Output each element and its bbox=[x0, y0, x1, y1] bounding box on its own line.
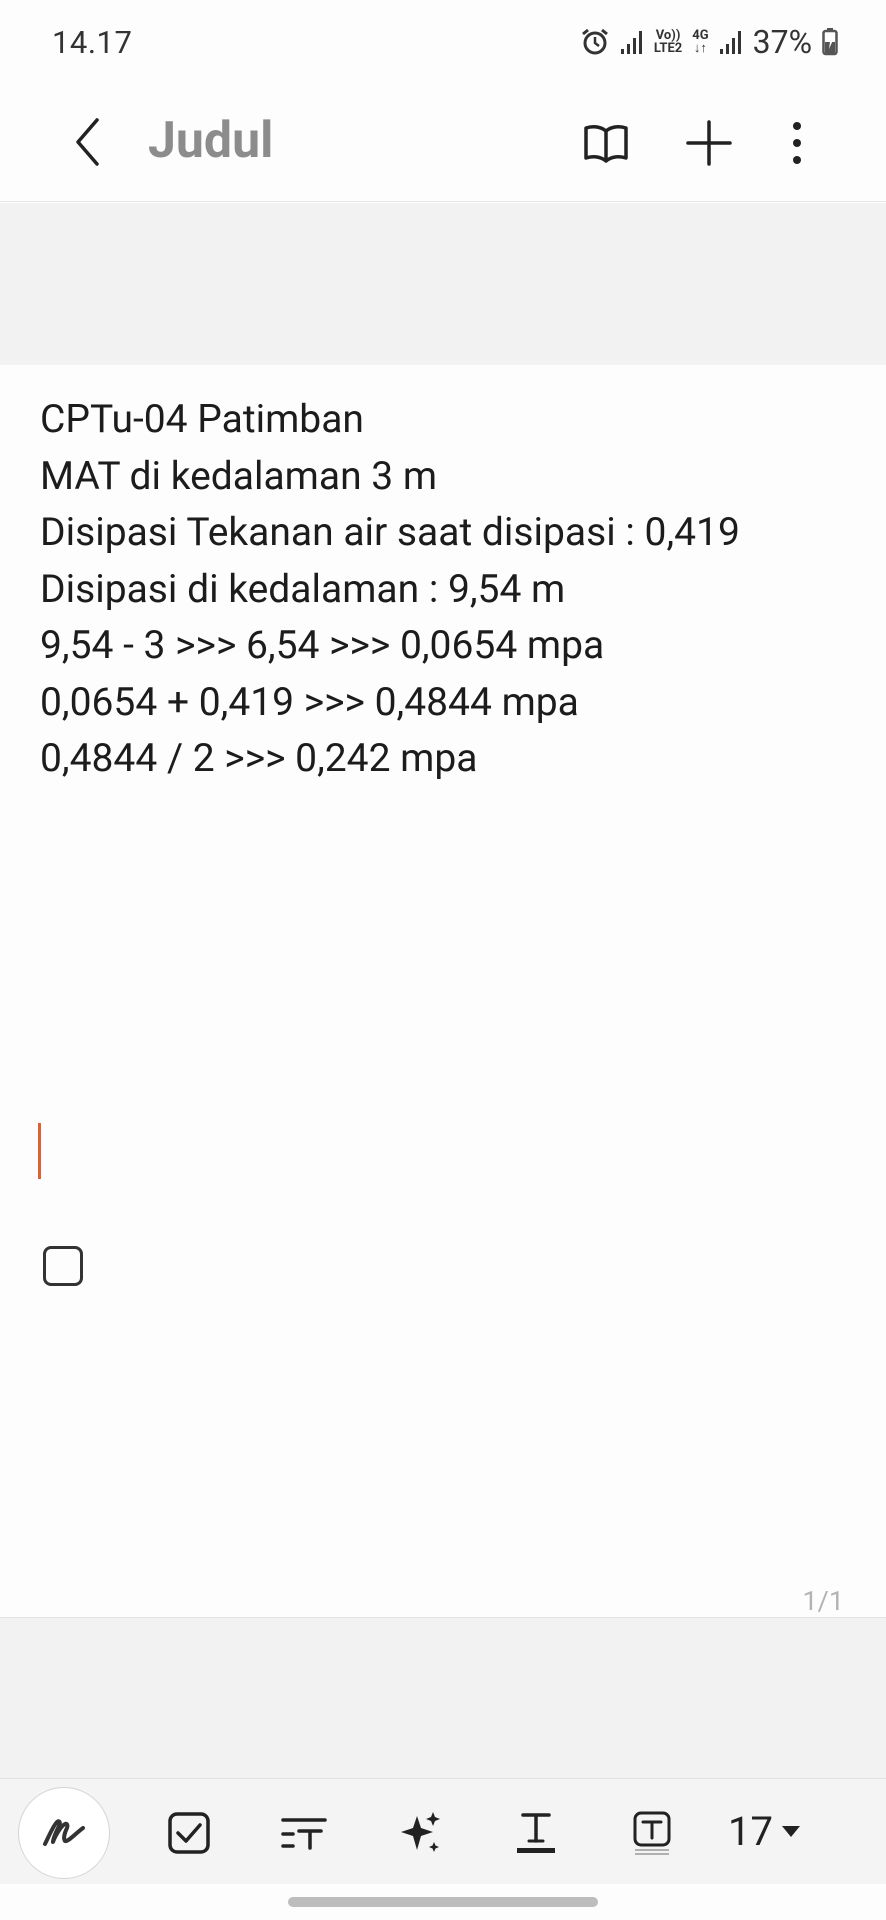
note-editor[interactable]: CPTu-04 Patimban MAT di kedalaman 3 m Di… bbox=[0, 365, 886, 1617]
text-style-icon bbox=[281, 1818, 327, 1850]
more-vertical-icon bbox=[793, 122, 801, 164]
back-button[interactable] bbox=[60, 110, 116, 174]
more-options-button[interactable] bbox=[762, 108, 832, 178]
note-line[interactable]: Disipasi di kedalaman : 9,54 m bbox=[40, 561, 860, 618]
network-4g-icon: 4G ↓↑ bbox=[692, 29, 708, 55]
text-color-icon bbox=[517, 1813, 555, 1853]
note-title[interactable]: Judul bbox=[148, 106, 273, 176]
pen-icon bbox=[43, 1819, 85, 1846]
handwriting-button[interactable] bbox=[18, 1787, 110, 1879]
text-box-icon bbox=[633, 1811, 671, 1855]
text-color-button[interactable] bbox=[494, 1791, 578, 1875]
signal-icon-2 bbox=[719, 31, 741, 54]
status-time: 14.17 bbox=[52, 24, 133, 61]
checklist-checkbox[interactable] bbox=[43, 1246, 83, 1286]
battery-charging-icon bbox=[822, 28, 838, 56]
signal-icon bbox=[620, 31, 642, 54]
add-button[interactable] bbox=[674, 108, 744, 178]
dropdown-caret-icon bbox=[781, 1826, 800, 1837]
status-icons: Vo)) LTE2 4G ↓↑ 37% bbox=[580, 22, 838, 62]
open-book-icon bbox=[584, 125, 628, 163]
text-cursor bbox=[38, 1123, 41, 1179]
volte-label-bottom: LTE2 bbox=[653, 41, 683, 56]
reading-mode-button[interactable] bbox=[571, 108, 641, 178]
plus-icon bbox=[686, 120, 732, 166]
checkbox-tool-button[interactable] bbox=[147, 1791, 231, 1875]
note-line[interactable]: 0,0654 + 0,419 >>> 0,4844 mpa bbox=[40, 674, 860, 731]
note-line[interactable]: 0,4844 / 2 >>> 0,242 mpa bbox=[40, 730, 860, 787]
note-line[interactable]: MAT di kedalaman 3 m bbox=[40, 448, 860, 505]
note-line[interactable]: 9,54 - 3 >>> 6,54 >>> 0,0654 mpa bbox=[40, 617, 860, 674]
note-text[interactable]: CPTu-04 Patimban MAT di kedalaman 3 m Di… bbox=[40, 391, 860, 787]
status-bar: 14.17 Vo)) LTE2 4G ↓↑ 37% bbox=[0, 0, 886, 84]
formatting-toolbar: 17 bbox=[0, 1778, 886, 1884]
footer-spacer bbox=[0, 1617, 886, 1778]
page-counter: 1/1 bbox=[802, 1585, 845, 1617]
app-bar: Judul bbox=[0, 84, 886, 202]
checkbox-icon bbox=[168, 1812, 210, 1854]
text-box-button[interactable] bbox=[610, 1791, 694, 1875]
battery-percent: 37% bbox=[752, 23, 812, 61]
chevron-left-icon bbox=[76, 118, 99, 166]
volte-icon: Vo)) LTE2 bbox=[654, 29, 682, 55]
font-size-value: 17 bbox=[728, 1807, 773, 1855]
home-indicator[interactable] bbox=[288, 1897, 598, 1907]
ai-assist-button[interactable] bbox=[378, 1791, 462, 1875]
text-style-button[interactable] bbox=[262, 1791, 346, 1875]
alarm-icon bbox=[581, 28, 608, 55]
header-spacer bbox=[0, 203, 886, 365]
note-line[interactable]: CPTu-04 Patimban bbox=[40, 391, 860, 448]
font-size-selector[interactable]: 17 bbox=[728, 1801, 801, 1861]
ai-sparkle-icon bbox=[401, 1812, 440, 1852]
data-arrows-icon: ↓↑ bbox=[693, 41, 707, 56]
note-line[interactable]: Disipasi Tekanan air saat disipasi : 0,4… bbox=[40, 504, 860, 561]
